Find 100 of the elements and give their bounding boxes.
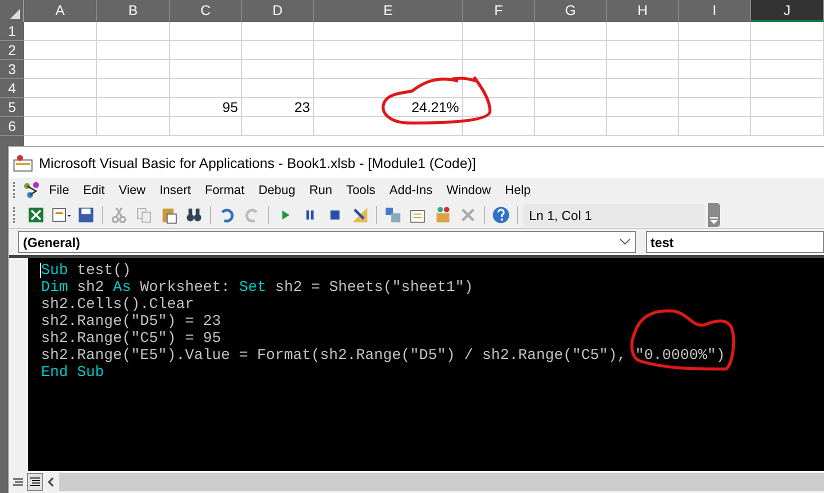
menu-item[interactable]: Window [440,183,498,197]
menu-item[interactable]: Debug [251,183,302,197]
grid-cell[interactable] [463,79,535,98]
app-icon [13,154,33,172]
grid-cell[interactable] [314,22,463,41]
grid-cell[interactable] [242,41,314,60]
menu-item[interactable]: File [42,183,76,197]
grid-cell[interactable] [679,22,751,41]
module-view-icon [29,477,41,487]
grid-cell[interactable] [535,22,607,41]
menu-item[interactable]: Format [198,183,252,197]
code-line: sh2.Range("E5").Value = Format(sh2.Range("D5") / sh2.Range("C5"), "0.0000%") [41,347,726,364]
grid-cell[interactable] [24,98,97,117]
row-header[interactable]: 2 [0,41,24,60]
grid-cell[interactable] [242,60,314,79]
grid-cell[interactable] [24,22,97,41]
grid-cell[interactable] [751,79,824,98]
grid-cell[interactable] [679,60,751,79]
grid-cell[interactable] [679,98,751,117]
grid-cell[interactable] [24,41,97,60]
copy-icon [134,205,154,225]
horizontal-scrollbar[interactable] [59,473,824,491]
object-dropdown[interactable]: (General) [18,231,636,253]
form-icon [51,205,71,225]
menu-item[interactable]: Edit [76,183,112,197]
grid-cell[interactable] [751,22,824,41]
grid-cell[interactable] [535,117,607,136]
code-editor[interactable] [28,258,824,471]
grid-cell[interactable] [535,60,607,79]
grid-cell[interactable] [97,79,170,98]
menu-item[interactable]: Help [498,183,538,197]
grid-cell[interactable] [679,79,751,98]
grid-cell[interactable] [97,117,170,136]
menu-item[interactable]: Add-Ins [382,183,440,197]
save-icon [76,205,96,225]
overflow-icon [710,217,718,224]
procedure-dropdown[interactable]: test [646,231,824,253]
grid-cell[interactable] [679,117,751,136]
grid-cell[interactable] [242,117,314,136]
grid-cell[interactable] [314,79,463,98]
row-header[interactable]: 6 [0,117,24,136]
procedure-view-icon [12,477,24,487]
row-header[interactable]: 5 [0,98,24,117]
help-icon [491,205,511,225]
code-line: Sub test() [41,262,132,279]
grid-cell[interactable] [607,60,679,79]
code-line: sh2.Range("D5") = 23 [41,313,222,330]
grid-cell[interactable]: 23 [242,98,314,117]
grid-cell[interactable] [97,22,170,41]
grid-cell[interactable] [607,117,679,136]
grid-cell[interactable] [242,22,314,41]
grid-cell[interactable] [97,98,170,117]
grid-cell[interactable] [314,117,463,136]
grid-cell[interactable] [607,41,679,60]
grid-cell[interactable] [24,79,97,98]
grid-cell[interactable] [751,60,824,79]
help-button[interactable] [490,204,512,226]
grid-cell[interactable] [751,41,824,60]
grid-cell[interactable] [679,41,751,60]
grid-cell[interactable] [751,98,824,117]
module-view-button[interactable] [27,473,43,491]
window-title: Microsoft Visual Basic for Applications - Book1.xlsb - [Module1 (Code)] [39,154,476,170]
row-header[interactable]: 1 [0,22,24,41]
grid-cell[interactable] [607,22,679,41]
column-header[interactable]: J [751,0,824,22]
grid-cell[interactable] [97,41,170,60]
grid-cell[interactable] [607,79,679,98]
grid-cell[interactable] [314,41,463,60]
row-header[interactable]: 3 [0,60,24,79]
toolbar-options-button[interactable] [708,203,720,227]
grid-cell[interactable] [24,60,97,79]
vba-logo-icon [22,180,42,200]
code-line: End Sub [41,364,106,381]
grid-cell[interactable] [463,41,535,60]
grid-cell[interactable] [170,22,242,41]
row-header[interactable]: 4 [0,79,24,98]
menu-item[interactable]: Insert [152,183,198,197]
project-explorer-icon [383,205,403,225]
grid-cell[interactable] [535,79,607,98]
grid-cell[interactable] [170,79,242,98]
grid-cell[interactable] [535,98,607,117]
grid-cell[interactable]: 95 [170,98,242,117]
menu-item[interactable]: Run [302,183,340,197]
grid-cell[interactable] [242,79,314,98]
grid-cell[interactable] [24,117,97,136]
grid-cell[interactable] [607,98,679,117]
grid-cell[interactable]: 24.21% [314,98,463,117]
grid-cell[interactable] [170,41,242,60]
menu-item[interactable]: View [112,183,153,197]
grid-cell[interactable] [97,60,170,79]
design-ruler-icon [350,205,370,225]
grid-cell[interactable] [751,117,824,136]
grid-cell[interactable] [535,41,607,60]
grid-cell[interactable] [463,22,535,41]
grid-cell[interactable] [170,117,242,136]
grid-cell[interactable] [463,98,535,117]
grid-cell[interactable] [463,117,535,136]
grid-cell[interactable] [314,60,463,79]
grid-cell[interactable] [170,60,242,79]
menu-item[interactable]: Tools [339,183,382,197]
